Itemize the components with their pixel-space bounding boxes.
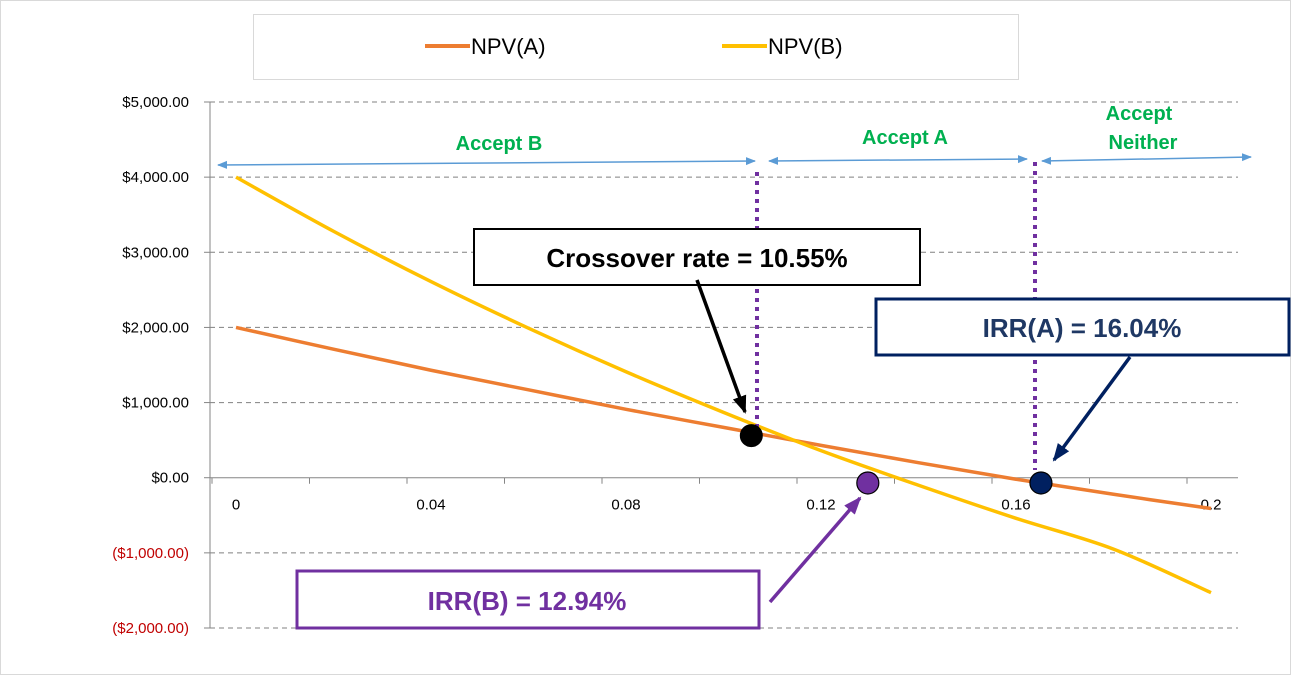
irr-b-point — [856, 471, 880, 495]
region-arrow-accept-b — [217, 157, 756, 169]
region-label-accept-neither-line1: Accept — [1106, 103, 1173, 125]
region-arrow-accept-neither — [1041, 153, 1252, 165]
legend: NPV(A) NPV(B) — [425, 34, 843, 59]
region-label-accept-b: Accept B — [456, 133, 543, 155]
x-tick-label: 0.08 — [611, 497, 640, 514]
crossover-point — [739, 424, 763, 448]
crossover-arrow — [695, 279, 747, 414]
irr-a-point — [1029, 471, 1053, 495]
legend-label-npv-a: NPV(A) — [471, 34, 546, 59]
region-arrows — [217, 153, 1252, 169]
x-tick-label: 0.2 — [1201, 497, 1222, 514]
irr-a-callout-label: IRR(A) = 16.04% — [983, 313, 1182, 343]
x-tick-label: 0.04 — [416, 497, 445, 514]
y-axis: $5,000.00 $4,000.00 $3,000.00 $2,000.00 $1,0… — [112, 94, 211, 637]
y-tick-label: $4,000.00 — [122, 169, 189, 186]
y-tick-label: $0.00 — [151, 470, 189, 487]
y-tick-label: $3,000.00 — [122, 244, 189, 261]
region-label-accept-neither-line2: Neither — [1109, 132, 1178, 154]
crossover-callout-label: Crossover rate = 10.55% — [546, 243, 847, 273]
x-tick-label: 0.12 — [806, 497, 835, 514]
gridlines — [210, 101, 1238, 629]
legend-label-npv-b: NPV(B) — [768, 34, 843, 59]
irr-b-callout: IRR(B) = 12.94% — [295, 496, 862, 630]
irr-a-callout: IRR(A) = 16.04% — [874, 297, 1291, 462]
y-tick-label: $2,000.00 — [122, 319, 189, 336]
region-label-accept-a: Accept A — [862, 127, 948, 149]
y-tick-label: ($1,000.00) — [112, 545, 189, 562]
region-arrow-accept-a — [768, 155, 1028, 165]
x-tick-label: 0.16 — [1001, 497, 1030, 514]
irr-b-callout-label: IRR(B) = 12.94% — [428, 586, 627, 616]
y-tick-label: $1,000.00 — [122, 395, 189, 412]
y-tick-label: $5,000.00 — [122, 94, 189, 111]
crossover-callout: Crossover rate = 10.55% — [473, 228, 921, 414]
x-tick-label: 0 — [232, 497, 240, 514]
y-tick-label: ($2,000.00) — [112, 620, 189, 637]
x-axis: 0 0.04 0.08 0.12 0.16 0.2 — [210, 477, 1238, 514]
irr-a-arrow — [1052, 355, 1132, 462]
chart-canvas: $5,000.00 $4,000.00 $3,000.00 $2,000.00 $1,0… — [112, 34, 1291, 637]
